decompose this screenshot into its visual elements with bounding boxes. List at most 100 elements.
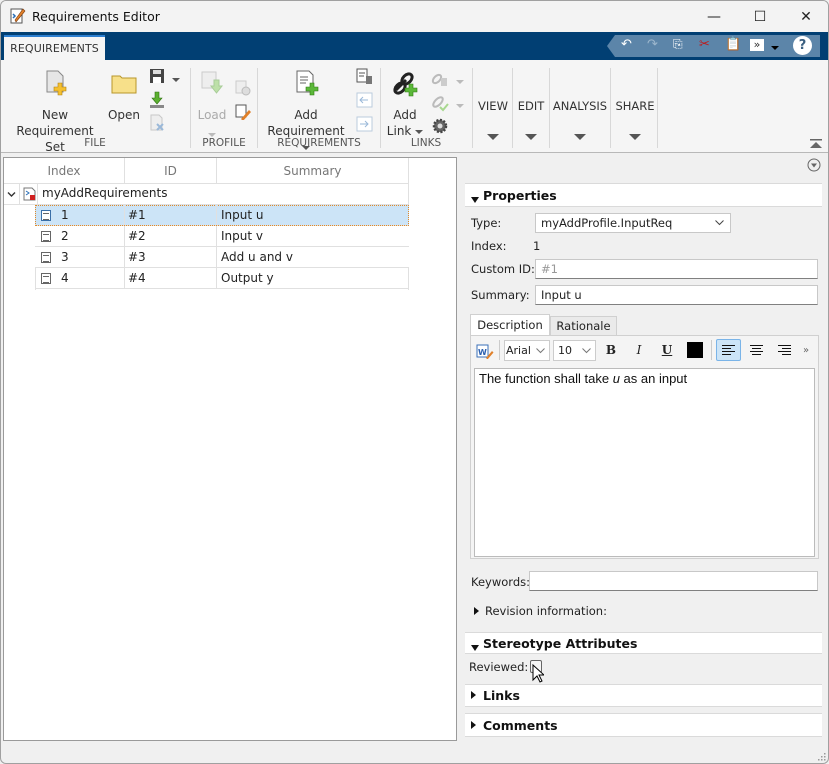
share-label: SHARE [615, 99, 655, 113]
delete-link-button[interactable] [431, 70, 467, 88]
folder-open-icon [111, 75, 137, 94]
requirement-set-name: myAddRequirements [42, 186, 168, 200]
table-row[interactable]: 3 #3 Add u and v [35, 247, 409, 268]
tree-root-requirement-set[interactable]: myAddRequirements [4, 184, 409, 205]
chevron-down-icon [582, 348, 591, 354]
import-icon[interactable] [149, 91, 165, 109]
close-button[interactable]: ✕ [783, 1, 828, 32]
description-text-end: as an input [619, 371, 688, 386]
new-label-1: New [41, 108, 69, 122]
add-link-dropdown-icon[interactable] [415, 129, 424, 134]
inspector-options-icon[interactable] [807, 158, 821, 172]
align-right-button[interactable] [773, 339, 795, 361]
stereotype-attributes-section-header[interactable]: Stereotype Attributes [465, 632, 822, 654]
font-name-select[interactable]: Arial [504, 340, 550, 361]
save-button[interactable] [149, 68, 183, 86]
copy-icon[interactable]: ⎘ [673, 37, 683, 52]
summary-input[interactable]: Input u [535, 285, 818, 305]
table-row[interactable]: 1 #1 Input u [35, 205, 409, 226]
paste-icon[interactable]: 📋 [725, 37, 741, 52]
column-header-summary[interactable]: Summary [217, 158, 409, 184]
description-text-italic: u [612, 371, 620, 386]
validate-link-button[interactable] [431, 94, 467, 112]
underline-button[interactable]: U [656, 339, 678, 361]
load-label: Load [197, 108, 227, 122]
delete-requirement-icon[interactable] [356, 68, 374, 86]
row-index: 2 [61, 229, 69, 243]
requirements-tree-pane: Index ID Summary myAddRequirements 1 #1 … [3, 157, 457, 741]
requirement-icon [41, 210, 51, 221]
profile-edit-icon[interactable] [235, 104, 251, 120]
open-button[interactable]: Open [107, 70, 141, 134]
analysis-menu-button[interactable]: ANALYSIS [550, 98, 610, 146]
links-section-header[interactable]: Links [465, 684, 822, 707]
add-requirement-button[interactable]: Add Requirement [262, 70, 350, 150]
align-center-button[interactable] [745, 339, 767, 361]
bold-button[interactable]: B [600, 339, 622, 361]
toolbar-separator [499, 340, 500, 360]
redo-icon[interactable]: ↷ [647, 37, 658, 52]
text-color-button[interactable] [684, 339, 706, 361]
align-left-button[interactable] [716, 339, 741, 361]
description-text: The function shall take [479, 371, 613, 386]
table-row[interactable]: 2 #2 Input v [35, 226, 409, 247]
revision-information-toggle[interactable]: Revision information: [472, 604, 672, 620]
expand-chevron-icon[interactable] [7, 190, 16, 199]
tab-rationale[interactable]: Rationale [550, 316, 617, 336]
window-title: Requirements Editor [32, 9, 160, 24]
add-requirement-label-2: Requirement [267, 124, 345, 138]
column-header-id[interactable]: ID [125, 158, 217, 184]
edit-menu-button[interactable]: EDIT [513, 98, 549, 146]
requirement-icon [41, 252, 51, 263]
resize-grip-icon[interactable] [817, 752, 826, 761]
add-link-label-2: Link [386, 124, 412, 138]
properties-title: Properties [483, 188, 557, 203]
add-link-button[interactable]: Add Link [383, 70, 427, 138]
add-requirement-icon [296, 70, 319, 96]
share-menu-button[interactable]: SHARE [611, 98, 659, 146]
help-icon[interactable]: ? [793, 36, 812, 55]
tab-requirements[interactable]: REQUIREMENTS [4, 35, 105, 60]
summary-label: Summary: [471, 288, 530, 302]
requirement-set-icon [23, 187, 36, 201]
column-header-index[interactable]: Index [4, 158, 125, 184]
new-requirement-set-button[interactable]: New Requirement Set [7, 70, 103, 154]
profile-settings-icon [235, 80, 251, 96]
view-menu-button[interactable]: VIEW [473, 98, 513, 146]
save-dropdown-icon[interactable] [172, 71, 180, 87]
cut-icon[interactable]: ✂ [699, 37, 710, 52]
edit-dropdown-icon [525, 134, 537, 140]
table-row[interactable]: 4 #4 Output y [35, 268, 409, 289]
minimize-button[interactable]: — [691, 1, 737, 32]
maximize-button[interactable]: ☐ [737, 1, 783, 32]
more-tools-icon: » [802, 344, 810, 356]
tab-requirements-label: REQUIREMENTS [10, 42, 99, 55]
font-size-select[interactable]: 10 [553, 340, 596, 361]
tab-description-label: Description [477, 318, 543, 332]
mouse-cursor-icon [532, 664, 544, 683]
load-profile-icon [201, 71, 224, 94]
comments-section-header[interactable]: Comments [465, 713, 822, 737]
row-index: 1 [61, 208, 69, 222]
maximize-icon: ☐ [753, 8, 767, 25]
properties-section-header[interactable]: Properties [465, 183, 822, 207]
collapse-ribbon-icon[interactable] [810, 139, 822, 149]
word-edit-icon[interactable]: W [476, 343, 494, 359]
load-profile-button[interactable]: Load [195, 70, 229, 137]
requirements-group-label: REQUIREMENTS [277, 137, 361, 149]
undo-icon[interactable]: ↶ [621, 37, 632, 52]
tab-description[interactable]: Description [470, 314, 550, 336]
italic-button[interactable]: I [628, 339, 650, 361]
requirement-icon [41, 273, 51, 284]
keywords-input[interactable] [529, 571, 818, 591]
link-settings-icon[interactable] [432, 118, 448, 134]
type-dropdown[interactable]: myAddProfile.InputReq [535, 213, 731, 233]
description-text-area[interactable]: The function shall take u as an input [474, 368, 815, 557]
links-title: Links [483, 688, 520, 703]
group-separator [657, 68, 658, 148]
profile-group: Load PROFILE [191, 66, 257, 151]
custom-id-input[interactable]: #1 [535, 259, 818, 279]
shortcut-icon[interactable]: » [750, 39, 764, 51]
more-tools-button[interactable]: » [799, 339, 813, 361]
custom-id-label: Custom ID: [471, 262, 535, 276]
